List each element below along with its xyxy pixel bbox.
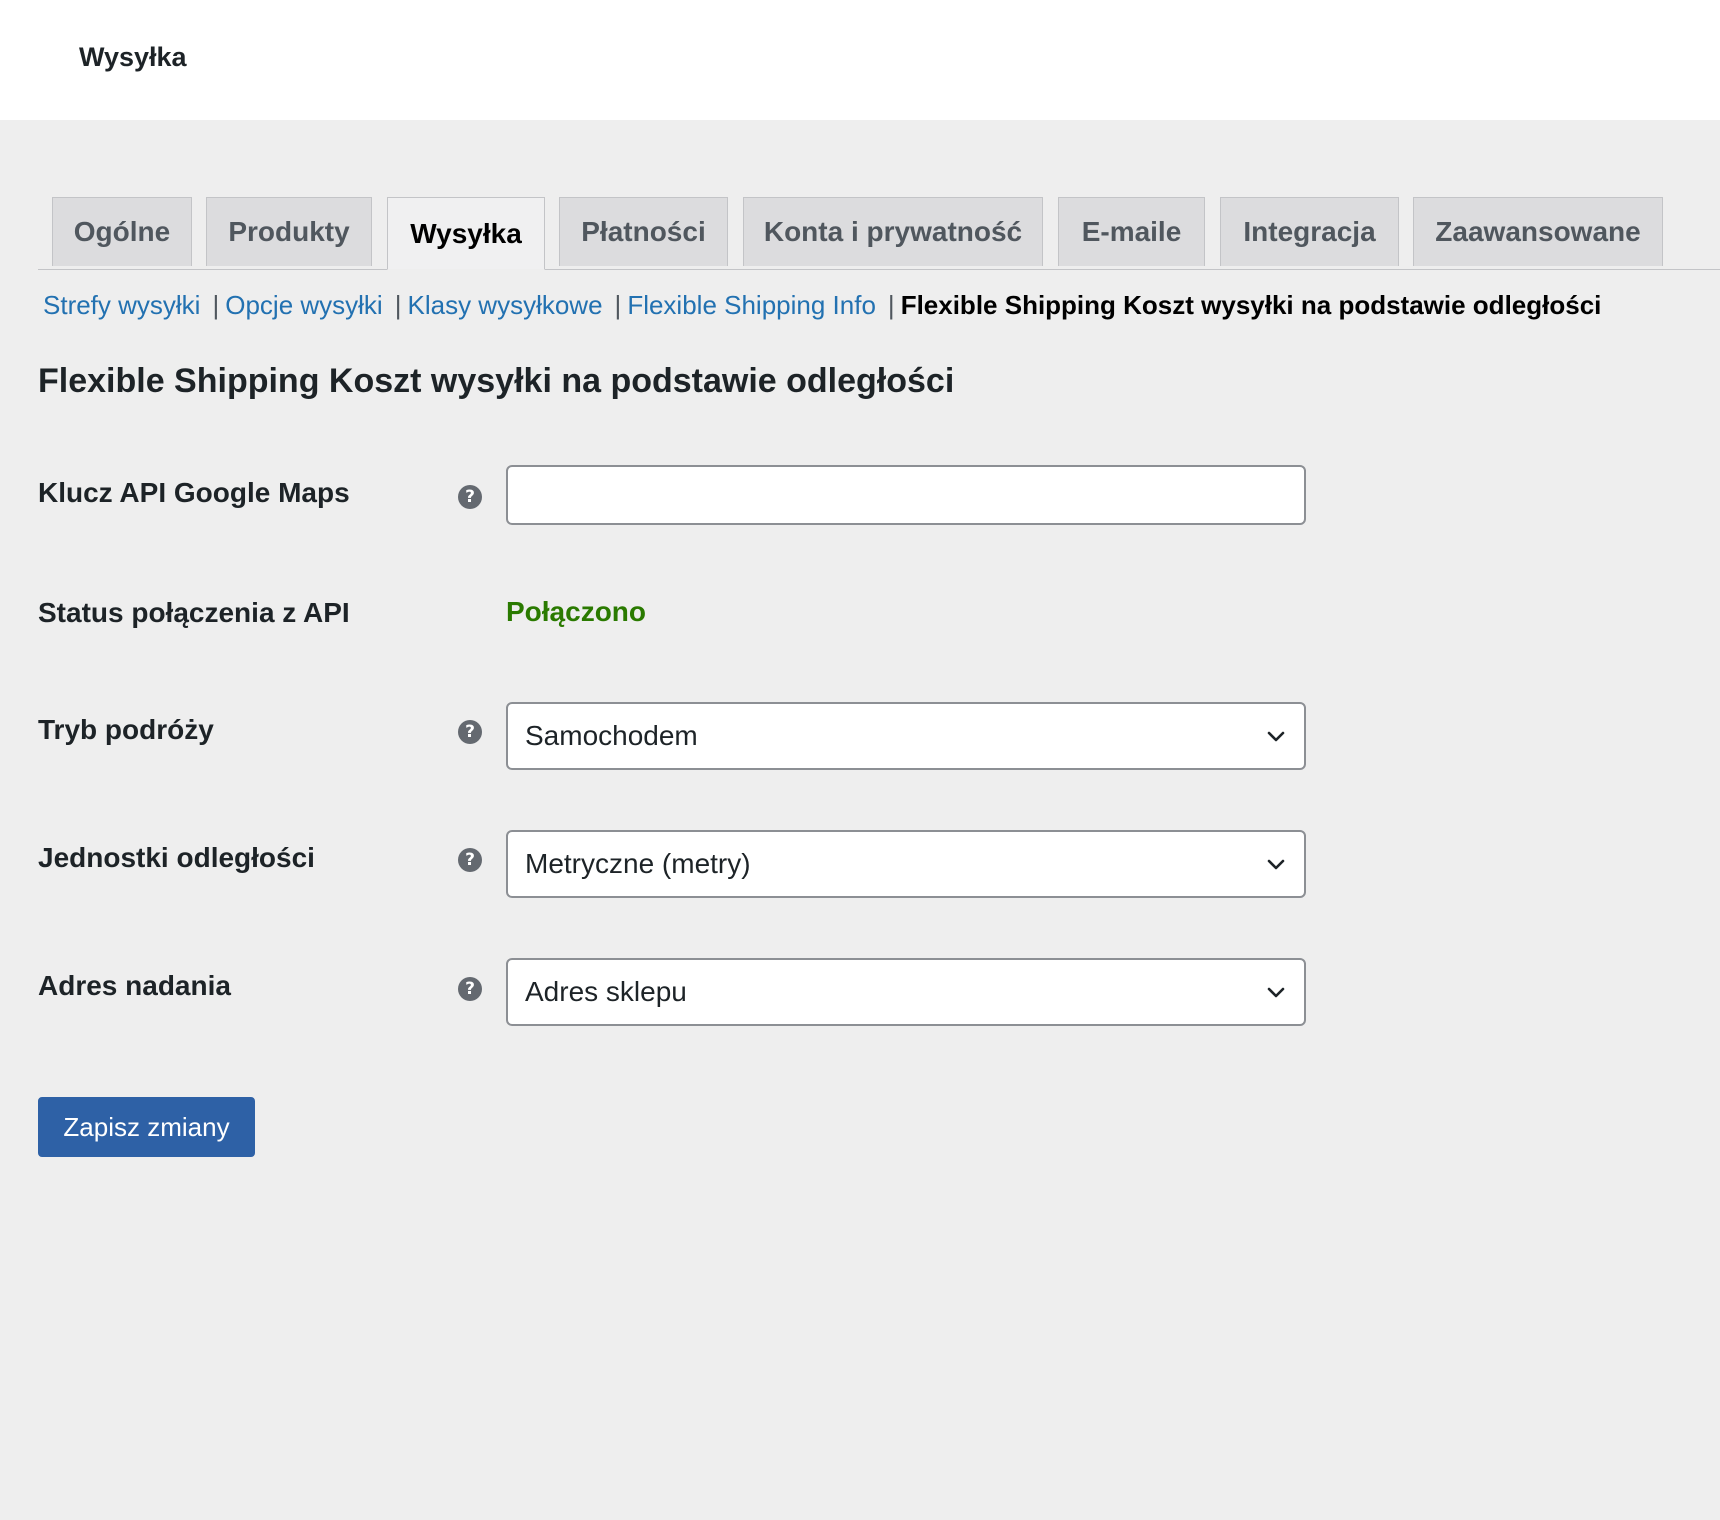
tab-produkty[interactable]: Produkty — [206, 197, 372, 266]
travel-mode-label: Tryb podróży — [38, 714, 214, 745]
tab-integracja[interactable]: Integracja — [1220, 197, 1399, 266]
origin-address-select[interactable]: Adres sklepu — [506, 958, 1306, 1026]
subnav-link-fs-info[interactable]: Flexible Shipping Info — [627, 290, 876, 320]
origin-address-value: Adres sklepu — [525, 976, 687, 1007]
travel-mode-value: Samochodem — [525, 720, 698, 751]
subnav-current: Flexible Shipping Koszt wysyłki na podst… — [900, 290, 1602, 320]
tab-konta[interactable]: Konta i prywatność — [743, 197, 1043, 266]
tab-emaile[interactable]: E-maile — [1058, 197, 1205, 266]
tab-zaawansowane[interactable]: Zaawansowane — [1413, 197, 1663, 266]
tab-platnosci[interactable]: Płatności — [559, 197, 728, 266]
distance-units-select[interactable]: Metryczne (metry) — [506, 830, 1306, 898]
subnav-separator: | — [212, 290, 220, 320]
subnav-separator: | — [394, 290, 402, 320]
page-title: Wysyłka — [79, 42, 187, 72]
top-header: Wysyłka — [0, 0, 1720, 120]
save-button[interactable]: Zapisz zmiany — [38, 1097, 255, 1157]
origin-address-label: Adres nadania — [38, 970, 231, 1001]
shipping-subnav: Strefy wysyłki | Opcje wysyłki | Klasy wysył… — [43, 290, 1601, 321]
chevron-down-icon — [1267, 859, 1285, 870]
distance-units-value: Metryczne (metry) — [525, 848, 751, 879]
api-status-value: Połączono — [506, 596, 647, 627]
help-icon[interactable]: ? — [458, 848, 482, 872]
api-key-label: Klucz API Google Maps — [38, 477, 350, 508]
travel-mode-select[interactable]: Samochodem — [506, 702, 1306, 770]
help-icon[interactable]: ? — [458, 720, 482, 744]
section-heading: Flexible Shipping Koszt wysyłki na podst… — [38, 362, 955, 400]
help-icon[interactable]: ? — [458, 977, 482, 1001]
api-status-label: Status połączenia z API — [38, 597, 350, 628]
subnav-link-klasy[interactable]: Klasy wysyłkowe — [407, 290, 602, 320]
subnav-separator: | — [614, 290, 622, 320]
help-icon[interactable]: ? — [458, 485, 482, 509]
subnav-link-strefy[interactable]: Strefy wysyłki — [43, 290, 200, 320]
subnav-separator: | — [887, 290, 895, 320]
subnav-link-opcje[interactable]: Opcje wysyłki — [225, 290, 382, 320]
chevron-down-icon — [1267, 987, 1285, 998]
api-key-input[interactable] — [506, 465, 1306, 525]
settings-tabs: Ogólne Produkty Wysyłka Płatności Konta … — [38, 197, 1720, 270]
tab-wysylka[interactable]: Wysyłka — [387, 197, 545, 270]
chevron-down-icon — [1267, 731, 1285, 742]
tab-ogolne[interactable]: Ogólne — [52, 197, 192, 266]
distance-units-label: Jednostki odległości — [38, 842, 315, 873]
